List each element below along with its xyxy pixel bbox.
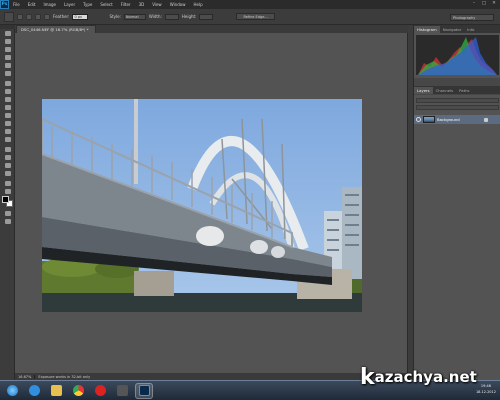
menu-bar: Ps File Edit Image Layer Type Select Fil… — [0, 0, 500, 9]
visibility-eye-icon[interactable] — [416, 117, 421, 122]
feather-label: Feather: — [53, 14, 70, 19]
histogram-graph — [414, 33, 500, 78]
tab-layers[interactable]: Layers — [414, 87, 433, 94]
taskbar-opera[interactable] — [91, 383, 109, 399]
workspace-switcher[interactable]: Photography — [450, 14, 494, 21]
menu-file[interactable]: File — [9, 2, 24, 7]
shape-tool-icon[interactable] — [0, 169, 15, 177]
menu-view[interactable]: View — [148, 2, 166, 7]
zoom-tool-icon[interactable] — [0, 187, 15, 195]
document-tab[interactable]: DSC_0446.NEF @ 16.7% (RGB/8*) * — [16, 25, 96, 33]
clone-stamp-tool-icon[interactable] — [0, 95, 15, 103]
type-tool-icon[interactable] — [0, 153, 15, 161]
menu-type[interactable]: Type — [79, 2, 96, 7]
layers-panel-tabs: Layers Channels Paths — [414, 86, 500, 94]
close-button[interactable]: ✕ — [491, 1, 497, 7]
history-brush-tool-icon[interactable] — [0, 103, 15, 111]
layer-name: Background — [437, 117, 460, 122]
tab-histogram[interactable]: Histogram — [414, 26, 440, 33]
menu-3d[interactable]: 3D — [135, 2, 149, 7]
intersect-selection-icon[interactable] — [44, 13, 50, 20]
taskbar-chrome[interactable] — [69, 383, 87, 399]
layer-thumbnail — [423, 116, 435, 123]
color-swatches — [0, 195, 15, 209]
taskbar-ie[interactable] — [25, 383, 43, 399]
menu-edit[interactable]: Edit — [24, 2, 40, 7]
menu-image[interactable]: Image — [39, 2, 60, 7]
zoom-level[interactable]: 16.67% — [15, 374, 36, 379]
height-label: Height: — [181, 14, 197, 19]
layers-controls — [416, 98, 499, 113]
lock-icon — [483, 117, 488, 122]
minimize-button[interactable]: – — [471, 1, 477, 7]
layer-row-background[interactable]: Background — [414, 115, 500, 124]
marquee-tool-icon[interactable] — [0, 37, 15, 45]
document-info[interactable]: Exposure works in 32-bit only — [35, 375, 93, 379]
menu-window[interactable]: Window — [166, 2, 190, 7]
add-selection-icon[interactable] — [26, 13, 32, 20]
path-select-tool-icon[interactable] — [0, 161, 15, 169]
start-button[interactable] — [3, 383, 21, 399]
blur-tool-icon[interactable] — [0, 127, 15, 135]
foreground-color-swatch[interactable] — [2, 196, 9, 203]
media-player-icon — [116, 385, 128, 396]
bridge-photo-canvas[interactable] — [42, 99, 362, 312]
taskbar-explorer[interactable] — [47, 383, 65, 399]
photoshop-logo: Ps — [0, 0, 9, 9]
quick-mask-icon[interactable] — [0, 209, 15, 217]
eyedropper-tool-icon[interactable] — [0, 69, 15, 77]
layers-panel: Background — [414, 95, 500, 380]
internet-explorer-icon — [28, 385, 40, 396]
new-selection-icon[interactable] — [17, 13, 23, 20]
pen-tool-icon[interactable] — [0, 145, 15, 153]
marquee-tool-preset-icon[interactable] — [4, 11, 14, 22]
move-tool-icon[interactable] — [0, 29, 15, 37]
taskbar-media[interactable] — [113, 383, 131, 399]
window-controls: – □ ✕ — [471, 1, 497, 7]
blend-mode-bar[interactable] — [416, 105, 499, 110]
menu-filter[interactable]: Filter — [117, 2, 135, 7]
tools-panel — [0, 25, 15, 380]
opera-icon — [94, 385, 106, 396]
style-select[interactable]: Normal — [123, 13, 146, 20]
histogram-panel-tabs: Histogram Navigator Info — [414, 25, 500, 33]
menu-layer[interactable]: Layer — [60, 2, 79, 7]
tab-channels[interactable]: Channels — [433, 87, 457, 94]
lasso-tool-icon[interactable] — [0, 45, 15, 53]
status-bar: 16.67% Exposure works in 32-bit only — [15, 373, 408, 380]
subtract-selection-icon[interactable] — [35, 13, 41, 20]
layer-filter-bar[interactable] — [416, 98, 499, 103]
menu-select[interactable]: Select — [96, 2, 116, 7]
refine-edge-button[interactable]: Refine Edge... — [236, 13, 275, 20]
crop-tool-icon[interactable] — [0, 61, 15, 69]
gradient-tool-icon[interactable] — [0, 119, 15, 127]
quick-select-tool-icon[interactable] — [0, 53, 15, 61]
photoshop-icon — [138, 385, 150, 396]
tab-paths[interactable]: Paths — [456, 87, 472, 94]
taskbar-photoshop[interactable] — [135, 382, 153, 399]
maximize-button[interactable]: □ — [481, 1, 487, 7]
tab-info[interactable]: Info — [464, 26, 477, 33]
brush-tool-icon[interactable] — [0, 87, 15, 95]
width-label: Width: — [148, 14, 162, 19]
chrome-icon — [72, 385, 84, 396]
watermark-text: azachya.net — [374, 368, 477, 386]
width-input[interactable] — [164, 13, 179, 20]
hand-tool-icon[interactable] — [0, 179, 15, 187]
screen-mode-icon[interactable] — [0, 217, 15, 225]
style-label: Style: — [109, 14, 121, 19]
eraser-tool-icon[interactable] — [0, 111, 15, 119]
healing-brush-tool-icon[interactable] — [0, 79, 15, 87]
watermark-k: k — [360, 364, 375, 390]
dodge-tool-icon[interactable] — [0, 135, 15, 143]
folder-icon — [50, 385, 62, 396]
feather-input[interactable]: 0 px — [72, 13, 89, 20]
right-panel-dock: Histogram Navigator Info Layers Channels… — [413, 25, 500, 380]
tab-navigator[interactable]: Navigator — [440, 26, 465, 33]
windows-logo-icon — [6, 385, 18, 396]
watermark: k azachya.net — [360, 362, 500, 392]
height-input[interactable] — [199, 13, 214, 20]
menu-help[interactable]: Help — [189, 2, 206, 7]
options-bar: Feather: 0 px Style: Normal Width: Heigh… — [0, 9, 500, 25]
